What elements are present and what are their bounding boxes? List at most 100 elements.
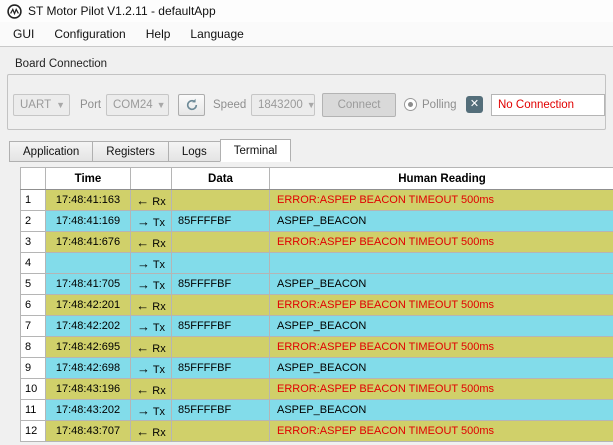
row-data [171,189,270,211]
row-direction: ← Rx [130,189,172,211]
polling-radio-dot [408,102,413,107]
row-data [171,378,270,400]
row-direction: → Tx [130,399,172,421]
table-row[interactable]: 4 → Tx [20,252,613,274]
direction-label: Rx [152,237,166,250]
table-row[interactable]: 8 17:48:42:695 ← Rx ERROR:ASPEP BEACON T… [20,336,613,358]
row-number: 8 [20,336,46,358]
polling-radio-group[interactable]: Polling [404,98,457,111]
interface-select[interactable]: UART ▼ [13,94,70,116]
menu-gui[interactable]: GUI [4,24,43,44]
title-bar: ST Motor Pilot V1.2.11 - defaultApp [0,0,613,22]
row-data [171,252,270,274]
row-human-reading: ERROR:ASPEP BEACON TIMEOUT 500ms [269,378,613,400]
row-number: 5 [20,273,46,295]
row-time: 17:48:42:695 [45,336,131,358]
row-time: 17:48:41:676 [45,231,131,253]
header-row-number [20,167,46,190]
header-human-reading: Human Reading [269,167,613,190]
menu-bar: GUI Configuration Help Language [0,22,613,47]
refresh-ports-button[interactable] [178,94,205,116]
row-human-reading: ASPEP_BEACON [269,210,613,232]
row-human-reading: ERROR:ASPEP BEACON TIMEOUT 500ms [269,189,613,211]
row-number: 9 [20,357,46,379]
row-human-reading [269,252,613,274]
direction-label: Tx [152,363,166,376]
table-row[interactable]: 10 17:48:43:196 ← Rx ERROR:ASPEP BEACON … [20,378,613,400]
table-row[interactable]: 12 17:48:43:707 ← Rx ERROR:ASPEP BEACON … [20,420,613,442]
table-row[interactable]: 7 17:48:42:202 → Tx 85FFFFBF ASPEP_BEACO… [20,315,613,337]
row-human-reading: ERROR:ASPEP BEACON TIMEOUT 500ms [269,336,613,358]
row-human-reading: ERROR:ASPEP BEACON TIMEOUT 500ms [269,294,613,316]
table-row[interactable]: 6 17:48:42:201 ← Rx ERROR:ASPEP BEACON T… [20,294,613,316]
direction-label: Tx [152,279,166,292]
row-human-reading: ERROR:ASPEP BEACON TIMEOUT 500ms [269,231,613,253]
close-icon[interactable]: ✕ [466,96,483,113]
speed-select[interactable]: 1843200 ▼ [251,94,316,116]
table-row[interactable]: 9 17:48:42:698 → Tx 85FFFFBF ASPEP_BEACO… [20,357,613,379]
connect-button[interactable]: Connect [322,93,396,117]
row-time: 17:48:41:169 [45,210,131,232]
polling-label: Polling [422,98,457,111]
table-row[interactable]: 2 17:48:41:169 → Tx 85FFFFBF ASPEP_BEACO… [20,210,613,232]
board-connection-controls: UART ▼ Port COM24 ▼ Speed 1843200 ▼ Conn… [0,88,613,122]
port-select-value: COM24 [113,99,153,111]
chevron-down-icon: ▼ [156,100,166,110]
row-time: 17:48:42:698 [45,357,131,379]
direction-arrow-icon: ← [136,234,150,250]
table-row[interactable]: 11 17:48:43:202 → Tx 85FFFFBF ASPEP_BEAC… [20,399,613,421]
tab-registers[interactable]: Registers [92,141,168,162]
header-direction [130,167,172,190]
chevron-down-icon: ▼ [56,100,65,110]
row-time [45,252,131,274]
tab-logs[interactable]: Logs [167,141,220,162]
polling-radio[interactable] [404,98,417,111]
row-time: 17:48:41:705 [45,273,131,295]
table-header-row: Time Data Human Reading [20,167,613,190]
row-number: 6 [20,294,46,316]
row-data: 85FFFFBF [171,210,270,232]
row-direction: ← Rx [130,420,172,442]
row-direction: ← Rx [130,294,172,316]
direction-label: Rx [152,195,166,208]
direction-label: Tx [152,258,166,271]
direction-arrow-icon: → [136,402,150,418]
port-select[interactable]: COM24 ▼ [106,94,169,116]
direction-arrow-icon: → [136,213,150,229]
row-human-reading: ASPEP_BEACON [269,273,613,295]
speed-select-value: 1843200 [258,99,303,111]
direction-label: Tx [152,321,166,334]
direction-arrow-icon: ← [136,381,150,397]
window-title: ST Motor Pilot V1.2.11 - defaultApp [28,4,216,18]
row-number: 10 [20,378,46,400]
table-row[interactable]: 5 17:48:41:705 → Tx 85FFFFBF ASPEP_BEACO… [20,273,613,295]
row-number: 7 [20,315,46,337]
row-direction: → Tx [130,273,172,295]
table-row[interactable]: 1 17:48:41:163 ← Rx ERROR:ASPEP BEACON T… [20,189,613,211]
row-data: 85FFFFBF [171,357,270,379]
table-row[interactable]: 3 17:48:41:676 ← Rx ERROR:ASPEP BEACON T… [20,231,613,253]
row-number: 12 [20,420,46,442]
menu-language[interactable]: Language [181,24,252,44]
row-direction: → Tx [130,252,172,274]
row-direction: ← Rx [130,231,172,253]
direction-label: Rx [152,342,166,355]
row-direction: ← Rx [130,336,172,358]
menu-help[interactable]: Help [137,24,180,44]
direction-arrow-icon: → [136,360,150,376]
refresh-icon [185,98,199,112]
row-number: 1 [20,189,46,211]
direction-label: Rx [152,384,166,397]
direction-arrow-icon: → [136,255,150,271]
row-data [171,420,270,442]
direction-label: Tx [152,405,166,418]
tab-application[interactable]: Application [9,141,93,162]
interface-select-value: UART [20,99,52,111]
menu-configuration[interactable]: Configuration [45,24,134,44]
tab-terminal[interactable]: Terminal [219,139,292,162]
tab-bar: Application Registers Logs Terminal [9,139,292,162]
row-number: 2 [20,210,46,232]
row-data: 85FFFFBF [171,315,270,337]
port-label: Port [80,99,102,111]
row-direction: → Tx [130,357,172,379]
